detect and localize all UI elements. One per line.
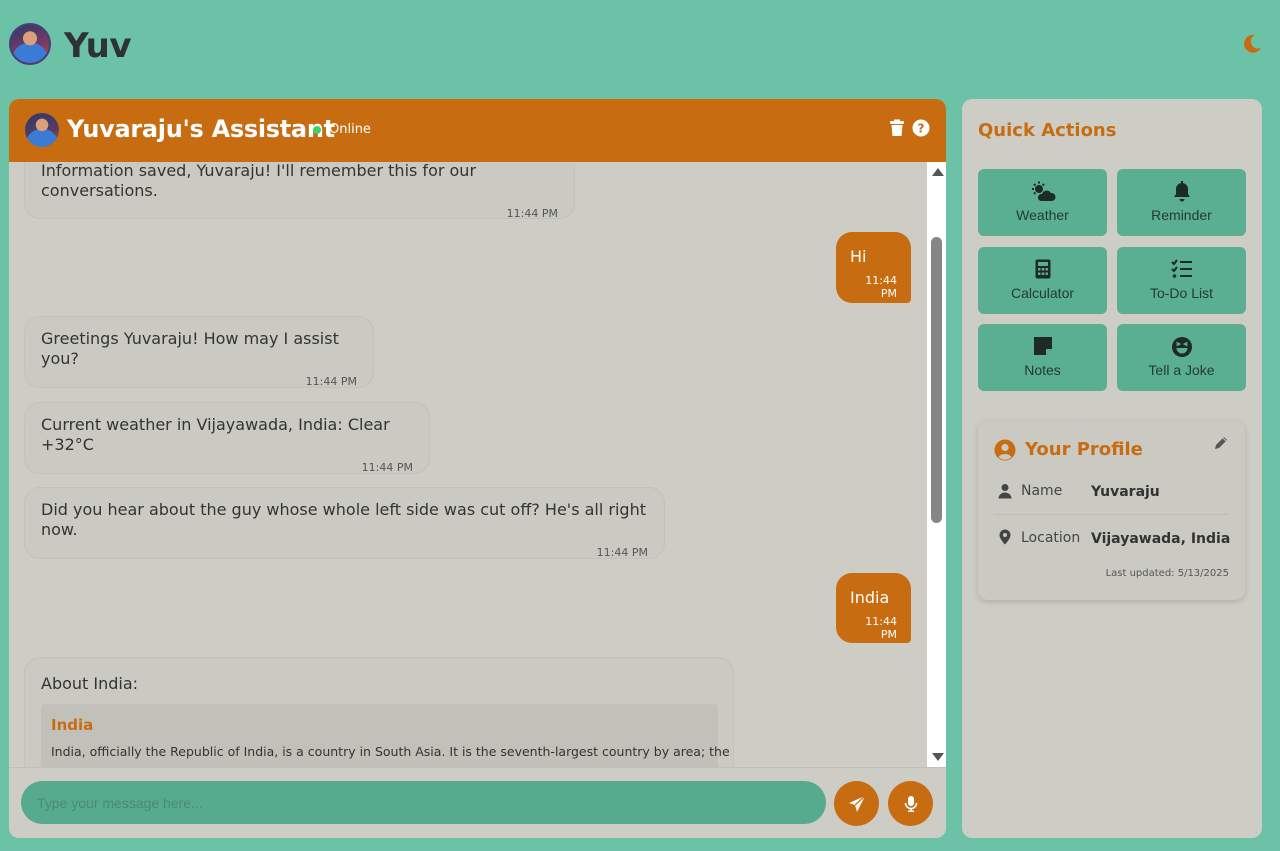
message-time: 11:44 PM xyxy=(865,274,897,300)
user-message: India 11:44 PM xyxy=(836,573,911,643)
quick-actions-title: Quick Actions xyxy=(978,120,1117,141)
profile-card: Your Profile Name Yuvaraju Location Vija… xyxy=(978,420,1245,600)
calculator-label: Calculator xyxy=(1010,285,1075,301)
bot-message: Did you hear about the guy whose whole l… xyxy=(24,487,665,559)
laugh-icon xyxy=(1117,336,1246,358)
scroll-up-arrow-icon[interactable] xyxy=(932,168,944,176)
app-title: Yuv xyxy=(64,26,132,66)
help-icon[interactable]: ? xyxy=(912,119,930,137)
sidebar: Quick Actions Weather Reminder Calculato… xyxy=(962,99,1262,838)
location-label: Location xyxy=(1021,530,1081,546)
edit-pencil-icon[interactable] xyxy=(1213,435,1229,451)
message-time: 11:44 PM xyxy=(865,615,897,641)
user-avatar xyxy=(9,23,51,65)
message-composer xyxy=(9,767,946,838)
message-text: Hi xyxy=(850,247,867,266)
scrollbar-thumb[interactable] xyxy=(931,237,942,523)
send-button[interactable] xyxy=(834,781,879,826)
scrollbar[interactable] xyxy=(927,162,946,767)
chat-header: Yuvaraju's Assistant Online ? xyxy=(9,99,946,162)
message-time: 11:44 PM xyxy=(596,546,648,559)
location-value: Vijayawada, India xyxy=(1091,531,1231,547)
last-updated-text: Last updated: 5/13/2025 xyxy=(1105,568,1229,579)
todo-list-label: To-Do List xyxy=(1149,285,1214,301)
message-text: India xyxy=(850,588,890,607)
name-label: Name xyxy=(1021,483,1063,499)
message-text: Current weather in Vijayawada, India: Cl… xyxy=(41,415,390,454)
message-time: 11:44 PM xyxy=(361,461,413,474)
user-circle-icon xyxy=(994,439,1016,461)
moon-icon[interactable] xyxy=(1240,32,1264,56)
calculator-icon xyxy=(978,259,1107,281)
tell-joke-label: Tell a Joke xyxy=(1148,362,1215,378)
bell-icon xyxy=(1117,181,1246,203)
notes-button[interactable]: Notes xyxy=(978,324,1107,391)
todo-list-button[interactable]: To-Do List xyxy=(1117,247,1246,314)
profile-divider xyxy=(994,514,1229,515)
message-time: 11:44 PM xyxy=(506,207,558,220)
profile-title: Your Profile xyxy=(1025,439,1143,460)
online-status-dot xyxy=(313,126,321,134)
assistant-avatar xyxy=(25,113,59,147)
scroll-down-arrow-icon[interactable] xyxy=(932,753,944,761)
person-icon xyxy=(998,483,1012,499)
message-input[interactable] xyxy=(21,781,826,824)
bot-message: Information saved, Yuvaraju! I'll rememb… xyxy=(24,162,575,220)
info-card-title: India xyxy=(51,716,94,734)
user-message: Hi 11:44 PM xyxy=(836,232,911,303)
message-list[interactable]: Information saved, Yuvaraju! I'll rememb… xyxy=(9,162,927,767)
notes-label: Notes xyxy=(1024,362,1061,378)
message-text: Information saved, Yuvaraju! I'll rememb… xyxy=(41,162,477,200)
message-text: Did you hear about the guy whose whole l… xyxy=(41,500,646,539)
message-time: 11:44 PM xyxy=(305,375,357,388)
status-text: Online xyxy=(329,122,371,137)
name-value: Yuvaraju xyxy=(1091,484,1160,500)
reminder-label: Reminder xyxy=(1151,207,1212,223)
bot-message: About India: India India, officially the… xyxy=(24,657,734,767)
note-icon xyxy=(978,336,1107,358)
svg-text:?: ? xyxy=(918,122,925,136)
info-card-text: India, officially the Republic of India,… xyxy=(51,744,730,759)
bot-message: Greetings Yuvaraju! How may I assist you… xyxy=(24,316,374,388)
message-text: Greetings Yuvaraju! How may I assist you… xyxy=(41,329,339,368)
calculator-button[interactable]: Calculator xyxy=(978,247,1107,314)
send-icon xyxy=(848,795,865,812)
tell-joke-button[interactable]: Tell a Joke xyxy=(1117,324,1246,391)
info-card: India India, officially the Republic of … xyxy=(41,704,730,767)
chat-panel: Yuvaraju's Assistant Online ? Informatio… xyxy=(9,99,946,838)
assistant-name: Yuvaraju's Assistant xyxy=(67,115,335,143)
reminder-button[interactable]: Reminder xyxy=(1117,169,1246,236)
location-pin-icon xyxy=(999,529,1011,545)
checklist-icon xyxy=(1117,259,1246,281)
bot-message: Current weather in Vijayawada, India: Cl… xyxy=(24,402,430,474)
trash-icon[interactable] xyxy=(888,119,906,137)
top-bar: Yuv xyxy=(0,0,1280,90)
weather-label: Weather xyxy=(1016,207,1069,223)
weather-icon xyxy=(978,181,1107,203)
microphone-icon xyxy=(904,795,917,812)
voice-input-button[interactable] xyxy=(888,781,933,826)
weather-button[interactable]: Weather xyxy=(978,169,1107,236)
message-text: About India: xyxy=(41,674,139,693)
